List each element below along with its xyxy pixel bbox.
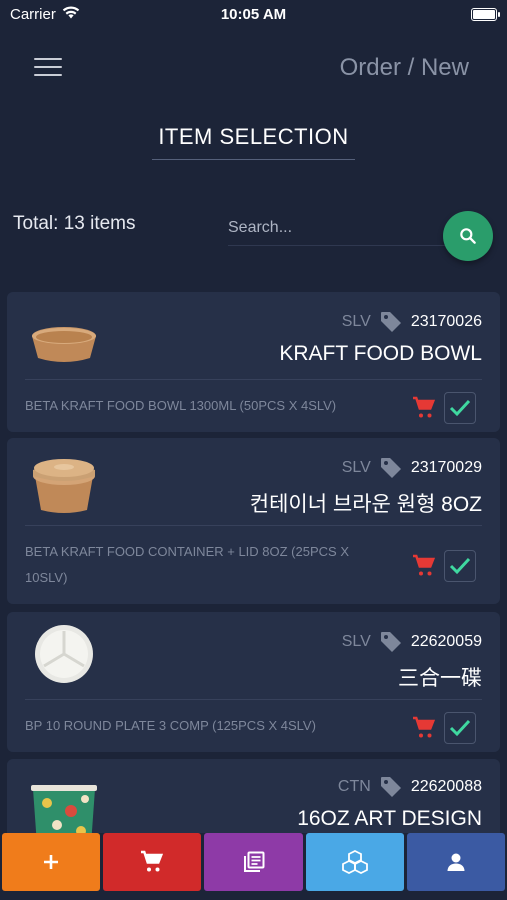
products-button[interactable]	[305, 833, 404, 891]
unit-label: SLV	[341, 313, 371, 330]
cart-button[interactable]	[103, 833, 202, 891]
catalog-button[interactable]	[204, 833, 303, 891]
cart-icon	[141, 850, 164, 872]
code-row: SLV 23170029	[342, 456, 482, 480]
menu-icon[interactable]	[34, 58, 62, 78]
item-description: BP 10 ROUND PLATE 3 COMP (125PCS X 4SLV)	[25, 718, 316, 733]
tag-icon	[380, 458, 401, 478]
carrier-group: Carrier	[10, 6, 80, 23]
item-description: BETA KRAFT FOOD BOWL 1300ML (50PCS X 4SL…	[25, 398, 337, 413]
search-input[interactable]	[228, 210, 464, 246]
code-row: SLV 23170026	[342, 310, 482, 334]
unit-label: SLV	[341, 633, 371, 650]
item-code: 22620088	[410, 778, 482, 795]
wifi-icon	[62, 6, 80, 23]
product-image-kraft-container	[33, 459, 95, 513]
bottom-nav	[0, 833, 507, 900]
item-name: 16OZ ART DESIGN	[297, 807, 482, 830]
account-button[interactable]	[406, 833, 506, 891]
code-row: SLV 22620059	[342, 630, 482, 654]
tag-icon	[380, 312, 401, 332]
tag-icon	[380, 632, 401, 652]
item-code: 23170026	[410, 313, 482, 330]
add-to-cart-button[interactable]	[412, 716, 436, 740]
unit-label: SLV	[341, 459, 371, 476]
battery-icon	[471, 7, 500, 21]
add-to-cart-button[interactable]	[412, 554, 436, 578]
item-name: 三合一碟	[398, 667, 482, 690]
check-icon	[449, 557, 471, 575]
section-title-wrap: ITEM SELECTION	[0, 124, 507, 160]
select-checkbox[interactable]	[444, 712, 476, 744]
search-icon	[460, 228, 476, 244]
person-icon	[447, 853, 465, 871]
select-checkbox[interactable]	[444, 550, 476, 582]
item-description: BETA KRAFT FOOD CONTAINER + LID 8OZ (25P…	[25, 544, 349, 585]
cubes-icon	[341, 850, 368, 874]
select-checkbox[interactable]	[444, 392, 476, 424]
product-image-art-cup	[31, 785, 97, 839]
item-card[interactable]: SLV 23170029 컨테이너 브라운 원형 8OZ BETA KRAFT …	[7, 438, 500, 604]
add-to-cart-button[interactable]	[412, 396, 436, 420]
header: Order / New	[0, 48, 507, 88]
tag-icon	[380, 777, 401, 797]
cart-icon	[413, 554, 436, 576]
cart-icon	[413, 716, 436, 738]
carrier-label: Carrier	[10, 5, 56, 23]
plus-icon	[44, 855, 59, 869]
total-count: Total: 13 items	[13, 213, 136, 234]
add-button[interactable]	[2, 833, 101, 891]
item-card[interactable]: CTN 22620088 16OZ ART DESIGN	[7, 759, 500, 839]
item-card[interactable]: SLV 23170026 KRAFT FOOD BOWL BETA KRAFT …	[7, 292, 500, 432]
unit-label: CTN	[337, 778, 371, 795]
item-code: 23170029	[410, 459, 482, 476]
product-image-round-plate	[35, 625, 93, 683]
cart-icon	[413, 396, 436, 418]
item-code: 22620059	[410, 633, 482, 650]
item-name: 컨테이너 브라운 원형 8OZ	[249, 493, 482, 516]
product-image-kraft-bowl	[32, 327, 96, 362]
search-button[interactable]	[443, 211, 493, 261]
check-icon	[449, 399, 471, 417]
check-icon	[449, 719, 471, 737]
status-bar: Carrier 10:05 AM	[0, 0, 507, 28]
item-name: KRAFT FOOD BOWL	[279, 342, 482, 365]
section-title: ITEM SELECTION	[152, 124, 355, 160]
library-icon	[243, 851, 264, 872]
item-card[interactable]: SLV 22620059 三合一碟 BP 10 ROUND PLATE 3 CO…	[7, 612, 500, 752]
page-title: Order / New	[339, 54, 469, 81]
code-row: CTN 22620088	[338, 775, 482, 799]
